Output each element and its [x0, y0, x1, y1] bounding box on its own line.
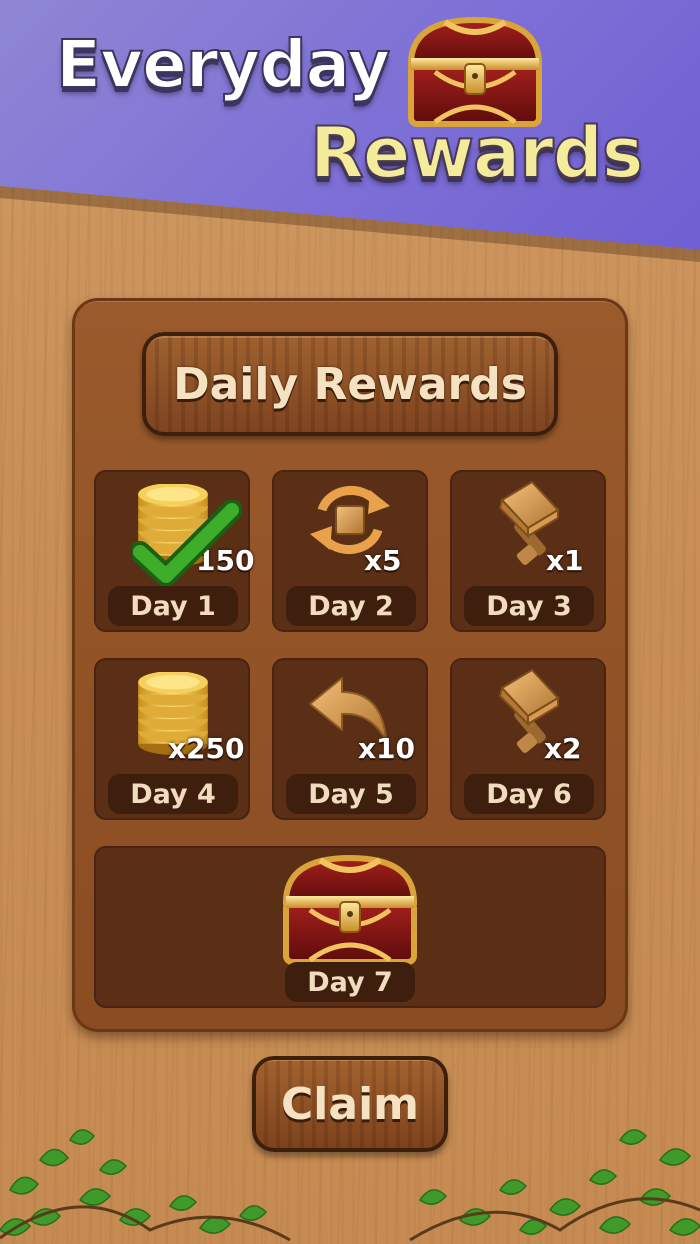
day-4-count: x250 — [168, 732, 245, 765]
day-7-cell[interactable]: Day 7 — [94, 846, 606, 1008]
title-everyday: Everyday — [55, 25, 391, 104]
day-1-label: Day 1 — [108, 586, 238, 626]
day-4-label: Day 4 — [108, 774, 238, 814]
claim-button-label: Claim — [281, 1078, 419, 1130]
treasure-chest-icon — [280, 850, 420, 968]
title-rewards: Rewards — [309, 111, 645, 195]
day-6-cell[interactable]: x2 Day 6 — [450, 658, 606, 820]
leaves-decoration-right — [409, 1129, 700, 1242]
day-5-label: Day 5 — [286, 774, 416, 814]
day-6-count: x2 — [544, 732, 582, 765]
day-4-cell[interactable]: x250 Day 4 — [94, 658, 250, 820]
panel-title: Daily Rewards — [142, 332, 558, 436]
panel-title-label: Daily Rewards — [173, 358, 527, 410]
day-5-cell[interactable]: x10 Day 5 — [272, 658, 428, 820]
day-7-label: Day 7 — [285, 962, 415, 1002]
checkmark-icon — [132, 500, 242, 587]
day-1-cell[interactable]: 150 Day 1 — [94, 470, 254, 632]
day-5-count: x10 — [358, 732, 416, 765]
day-3-cell[interactable]: x1 Day 3 — [450, 470, 606, 632]
day-2-label: Day 2 — [286, 586, 416, 626]
day-3-label: Day 3 — [464, 586, 594, 626]
day-3-count: x1 — [546, 544, 584, 577]
leaves-decoration-left — [0, 1129, 291, 1242]
day-2-count: x5 — [364, 544, 402, 577]
day-6-label: Day 6 — [464, 774, 594, 814]
day-2-cell[interactable]: x5 Day 2 — [272, 470, 428, 632]
